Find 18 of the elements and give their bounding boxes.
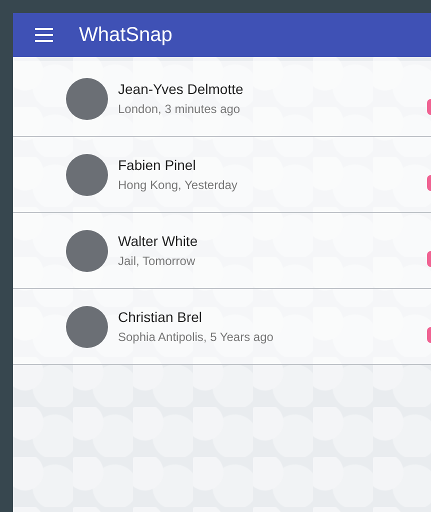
app-title: WhatSnap bbox=[79, 23, 172, 48]
avatar bbox=[66, 230, 108, 272]
contact-name: Fabien Pinel bbox=[118, 156, 197, 175]
contact-name: Christian Brel bbox=[118, 308, 204, 327]
contact-detail: London, 3 minutes ago bbox=[118, 101, 242, 118]
avatar bbox=[66, 306, 108, 348]
avatar bbox=[66, 154, 108, 196]
contact-row[interactable]: Fabien Pinel Hong Kong, Yesterday bbox=[13, 137, 431, 213]
contact-name: Jean-Yves Delmotte bbox=[118, 80, 244, 99]
contact-name: Walter White bbox=[118, 232, 198, 251]
contact-row[interactable]: Jean-Yves Delmotte London, 3 minutes ago bbox=[13, 61, 431, 137]
contact-row[interactable]: Christian Brel Sophia Antipolis, 5 Years ago bbox=[13, 289, 431, 365]
contact-detail: Hong Kong, Yesterday bbox=[118, 177, 238, 194]
contact-row[interactable]: Walter White Jail, Tomorrow bbox=[13, 213, 431, 289]
contact-detail: Sophia Antipolis, 5 Years ago bbox=[118, 329, 274, 346]
contact-detail: Jail, Tomorrow bbox=[118, 253, 196, 270]
avatar bbox=[66, 78, 108, 120]
menu-icon[interactable] bbox=[35, 28, 53, 42]
